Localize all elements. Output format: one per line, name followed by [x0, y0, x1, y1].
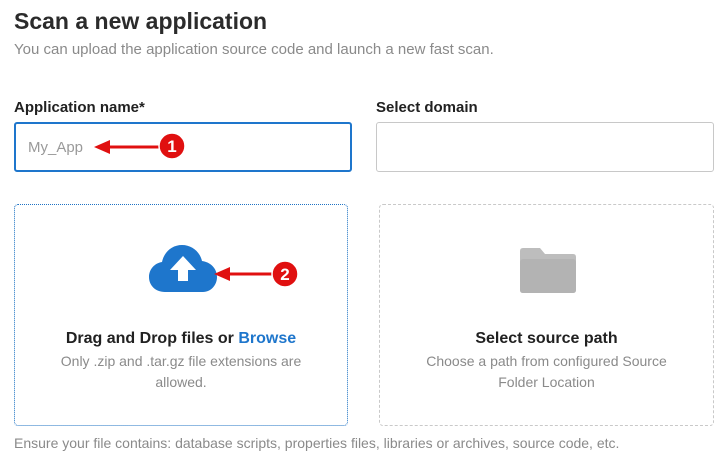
app-name-label: Application name*	[14, 99, 145, 116]
cloud-upload-icon[interactable]	[149, 245, 217, 293]
page-title: Scan a new application	[14, 8, 268, 34]
file-content-hint: Ensure your file contains: database scri…	[14, 435, 620, 451]
page-subtitle: You can upload the application source co…	[14, 41, 494, 58]
drop-zone-title: Drag and Drop files or Browse	[15, 330, 347, 348]
source-path-title: Select source path	[475, 330, 618, 347]
source-path-description: Choose a path from configured Source Fol…	[426, 353, 667, 390]
folder-icon	[520, 248, 576, 293]
domain-select[interactable]	[376, 122, 714, 172]
drop-zone-description: Only .zip and .tar.gz file extensions ar…	[60, 353, 302, 390]
app-name-input[interactable]	[14, 122, 352, 172]
domain-label: Select domain	[376, 99, 478, 116]
browse-link[interactable]: Browse	[238, 330, 296, 347]
source-path-zone[interactable]: Select source path Choose a path from co…	[379, 204, 714, 426]
file-drop-zone[interactable]: Drag and Drop files or Browse Only .zip …	[14, 204, 348, 426]
drop-zone-title-text: Drag and Drop files or	[65, 330, 234, 347]
